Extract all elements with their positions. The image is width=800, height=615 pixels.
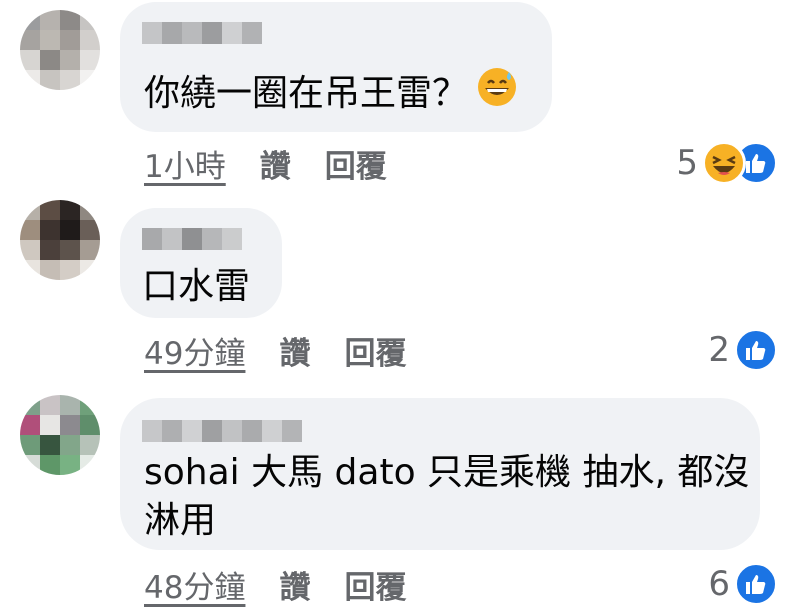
reply-button[interactable]: 回覆 (344, 328, 406, 373)
comment-bubble: sohai 大馬 dato 只是乘機 抽水, 都沒 淋用 (120, 398, 760, 550)
author-name-blurred[interactable] (142, 22, 262, 44)
grinning-sweat-emoji-icon (476, 66, 518, 124)
comment-actions: 49分鐘 讚 回覆 (144, 328, 440, 373)
reaction-count: 5 (676, 143, 698, 183)
reactions-summary[interactable]: 6 (708, 562, 778, 606)
timestamp-link[interactable]: 48分鐘 (144, 562, 245, 607)
like-button[interactable]: 讚 (260, 141, 291, 186)
avatar[interactable] (20, 200, 100, 280)
comment-bubble: 你繞一圈在吊王雷？ (120, 2, 552, 132)
comment-actions: 1小時 讚 回覆 (144, 141, 421, 186)
like-button[interactable]: 讚 (279, 562, 310, 607)
like-button[interactable]: 讚 (279, 328, 310, 373)
avatar[interactable] (20, 395, 100, 475)
reaction-count: 6 (708, 564, 730, 604)
comment-actions: 48分鐘 讚 回覆 (144, 562, 440, 607)
reaction-count: 2 (708, 330, 730, 370)
comment-text: 你繞一圈在吊王雷？ (144, 66, 518, 124)
timestamp-link[interactable]: 1小時 (144, 141, 226, 186)
haha-icon (702, 141, 746, 185)
reply-button[interactable]: 回覆 (344, 562, 406, 607)
comment-bubble: 口水雷 (120, 208, 282, 318)
like-icon (734, 562, 778, 606)
comment-text: 口水雷 (142, 266, 251, 307)
comment-text-line-1: sohai 大馬 dato 只是乘機 抽水, 都沒 (144, 452, 750, 493)
reactions-summary[interactable]: 2 (708, 328, 778, 372)
timestamp-link[interactable]: 49分鐘 (144, 328, 245, 373)
reply-button[interactable]: 回覆 (325, 141, 387, 186)
reactions-summary[interactable]: 5 (676, 141, 778, 185)
author-name-blurred[interactable] (142, 228, 242, 250)
author-name-blurred[interactable] (142, 420, 302, 442)
like-icon (734, 328, 778, 372)
comment-text-line-2: 淋用 (144, 500, 217, 541)
avatar[interactable] (20, 10, 100, 90)
